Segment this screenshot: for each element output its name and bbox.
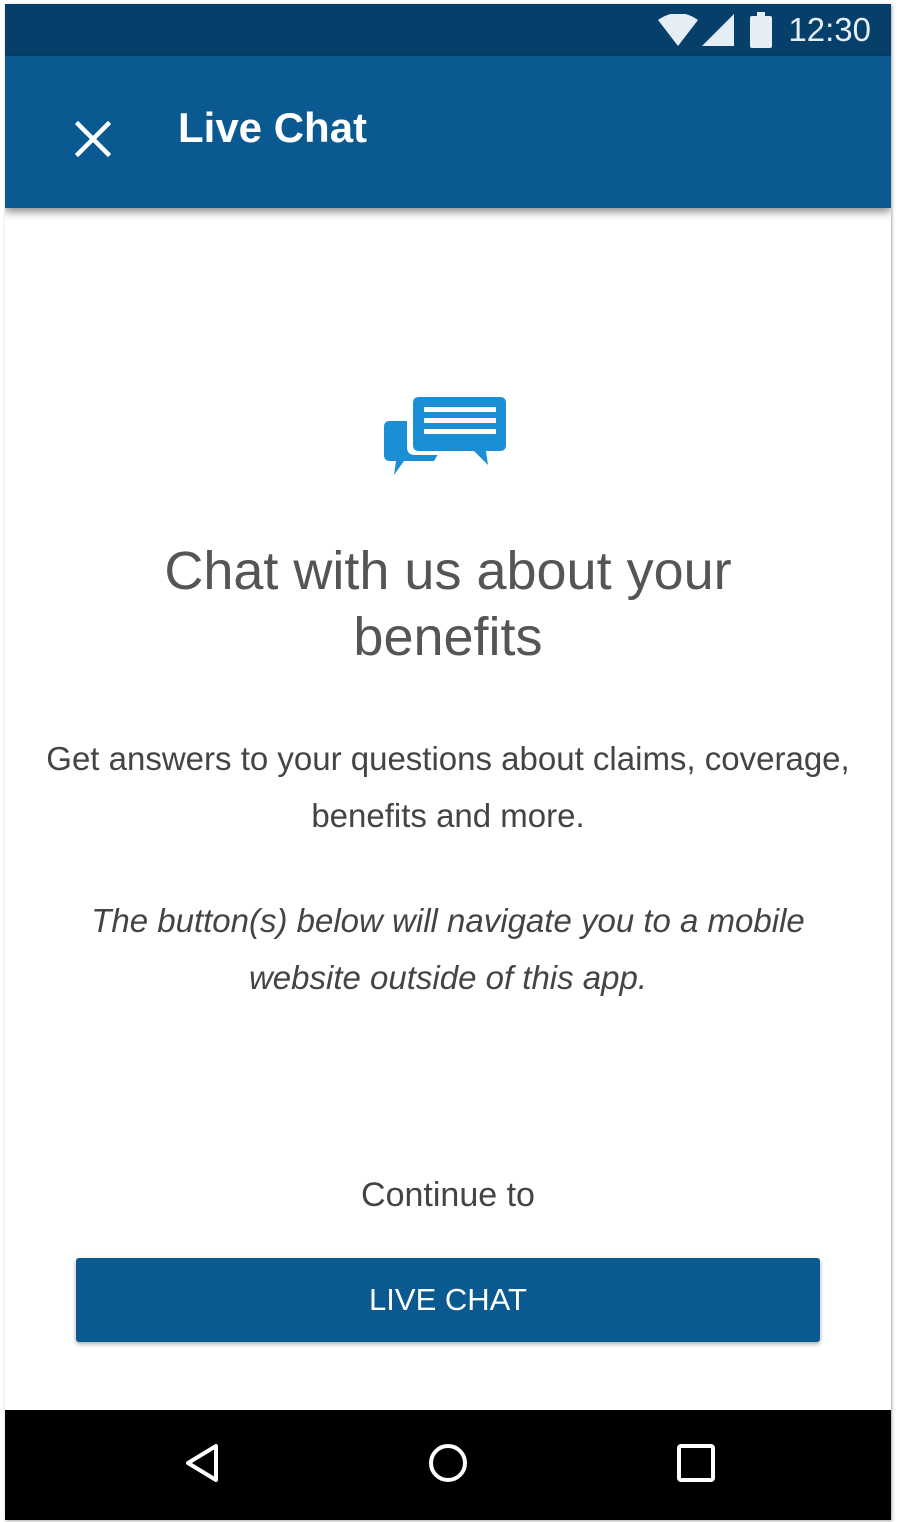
back-icon [182,1442,224,1489]
page-title: Live Chat [178,104,368,151]
cellular-signal-icon [702,14,735,46]
phone-screen: 12:30 Live Chat Chat with us about your … [5,4,891,1520]
chat-bubbles-icon [382,391,512,486]
close-icon [74,120,112,162]
headline: Chat with us about your benefits [164,541,732,667]
home-icon [426,1441,470,1490]
recents-button[interactable] [641,1410,751,1520]
back-button[interactable] [148,1410,258,1520]
app-bar: Live Chat [5,56,891,208]
close-button[interactable] [63,111,123,171]
description-text: Get answers to your questions about clai… [46,740,850,834]
main-content: Chat with us about your benefits Get ans… [5,208,891,1410]
battery-icon [750,12,773,48]
status-icons: 12:30 [658,11,871,49]
wifi-icon [658,14,699,46]
recents-icon [675,1442,717,1489]
status-time: 12:30 [788,11,871,48]
live-chat-button[interactable]: LIVE CHAT [76,1258,820,1342]
status-bar: 12:30 [5,4,891,56]
home-button[interactable] [393,1410,503,1520]
continue-to-label: Continue to [361,1176,535,1214]
system-navigation-bar [5,1410,891,1520]
external-site-disclaimer: The button(s) below will navigate you to… [91,902,805,996]
